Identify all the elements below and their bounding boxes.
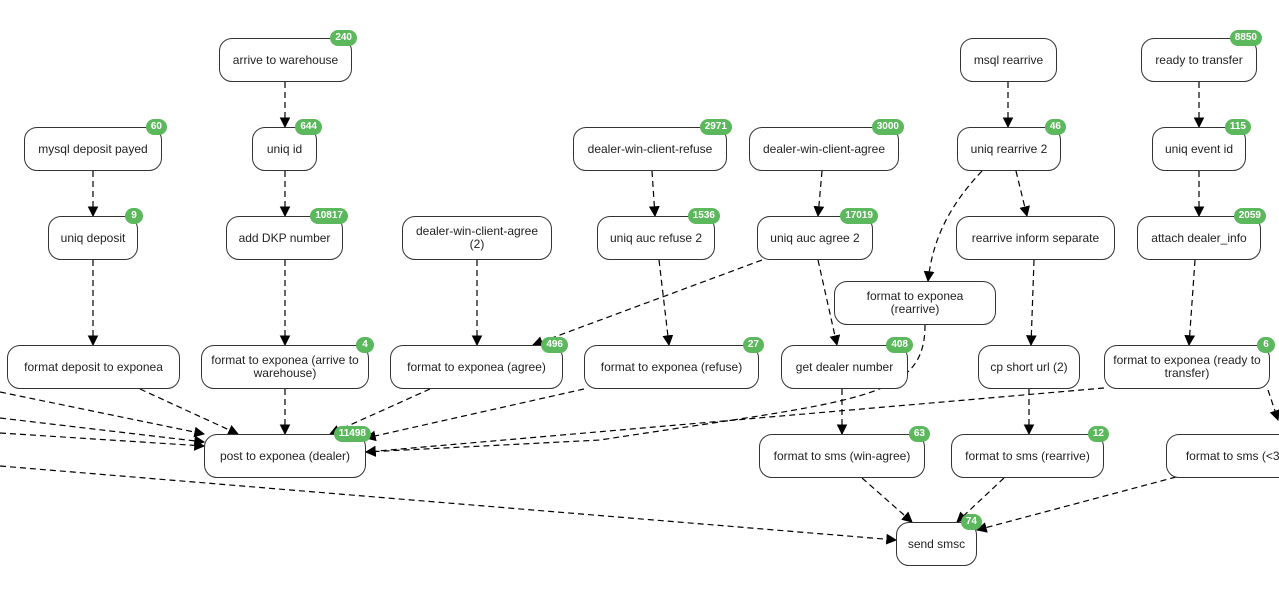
node-label: uniq auc agree 2	[770, 230, 860, 245]
edge-uniq-auc-agree-to-fmt-exp-agree	[531, 259, 763, 347]
count-badge: 2059	[1233, 208, 1266, 224]
node-uniq-id[interactable]: uniq id 644	[252, 119, 322, 171]
node-label: format to exponea (agree)	[407, 359, 546, 374]
edge-fmt-sms-lt30-to-send-smsc	[975, 476, 1177, 533]
node-fmt-exp-ready[interactable]: format to exponea (ready to transfer) 6	[1104, 337, 1275, 389]
count-badge: 4	[356, 337, 374, 353]
node-label: uniq deposit	[60, 230, 126, 245]
node-send-smsc[interactable]: send smsc 74	[896, 514, 982, 566]
node-label: msql rearrive	[973, 52, 1044, 67]
edge-dwc-agree-to-uniq-auc-agree	[813, 170, 825, 218]
count-badge: 12	[1087, 426, 1109, 442]
node-label: format to sms (win-agree)	[773, 448, 911, 463]
node-label: send smsc	[907, 536, 966, 551]
node-rearrive-inform[interactable]: rearrive inform separate	[956, 216, 1115, 260]
node-uniq-event[interactable]: uniq event id 115	[1152, 119, 1251, 171]
node-label: format to exponea (ready to transfer)	[1113, 353, 1261, 380]
count-badge: 17019	[840, 208, 878, 224]
node-label: arrive to warehouse	[232, 52, 339, 67]
count-badge: 6	[1257, 337, 1275, 353]
node-post-exponea[interactable]: post to exponea (dealer) 11498	[204, 426, 371, 478]
node-label: uniq event id	[1164, 141, 1234, 156]
node-fmt-sms-lt30[interactable]: format to sms (<30	[1166, 434, 1279, 478]
node-mysql-deposit[interactable]: mysql deposit payed 60	[24, 119, 167, 171]
node-fmt-deposit[interactable]: format deposit to exponea	[7, 345, 180, 389]
count-badge: 10817	[310, 208, 348, 224]
count-badge: 46	[1044, 119, 1066, 135]
edge-offscreen-right-1-to-fmt-sms-lt30	[1267, 389, 1279, 422]
node-add-dkp[interactable]: add DKP number 10817	[226, 208, 348, 260]
edge-offscreen-left-2-to-post-exponea	[0, 417, 206, 447]
node-label: cp short url (2)	[990, 359, 1068, 374]
node-msql-rearrive[interactable]: msql rearrive	[960, 38, 1057, 82]
node-label: uniq auc refuse 2	[609, 230, 703, 245]
node-fmt-sms-rearrive[interactable]: format to sms (rearrive) 12	[951, 426, 1109, 478]
node-label: dealer-win-client-agree (2)	[415, 224, 539, 251]
node-dwc-agree-2[interactable]: dealer-win-client-agree (2)	[402, 216, 552, 260]
node-uniq-auc-refuse[interactable]: uniq auc refuse 2 1536	[597, 208, 720, 260]
node-label: format to exponea (refuse)	[600, 359, 743, 374]
count-badge: 63	[908, 426, 930, 442]
count-badge: 27	[742, 337, 764, 353]
node-label: format to sms (<30	[1185, 448, 1279, 463]
edge-offscreen-left-3-to-post-exponea	[0, 432, 206, 451]
node-fmt-exp-agree[interactable]: format to exponea (agree) 496	[390, 337, 568, 389]
node-label: format to sms (rearrive)	[965, 448, 1090, 463]
count-badge: 74	[960, 514, 982, 530]
node-uniq-rearrive[interactable]: uniq rearrive 2 46	[957, 119, 1066, 171]
node-label: format deposit to exponea	[24, 359, 163, 374]
count-badge: 11498	[333, 426, 371, 442]
node-fmt-exp-rearrive[interactable]: format to exponea (rearrive)	[834, 281, 996, 325]
count-badge: 1536	[687, 208, 720, 224]
node-label: uniq rearrive 2	[970, 141, 1048, 156]
edge-fmt-sms-win-to-send-smsc	[861, 477, 913, 523]
edge-offscreen-left-4-to-send-smsc	[0, 465, 898, 545]
node-cp-short-url[interactable]: cp short url (2)	[978, 345, 1080, 389]
count-badge: 408	[886, 337, 913, 353]
node-label: format to exponea (rearrive)	[866, 289, 964, 316]
edge-dwc-refuse-to-uniq-auc-refuse	[648, 170, 660, 218]
node-label: mysql deposit payed	[38, 141, 148, 156]
node-fmt-exp-refuse[interactable]: format to exponea (refuse) 27	[584, 337, 764, 389]
node-fmt-sms-win[interactable]: format to sms (win-agree) 63	[759, 426, 930, 478]
count-badge: 9	[125, 208, 143, 224]
edge-uniq-auc-refuse-to-fmt-exp-refuse	[658, 259, 674, 347]
edge-offscreen-left-1-to-post-exponea	[0, 391, 206, 438]
count-badge: 60	[145, 119, 167, 135]
node-dwc-refuse[interactable]: dealer-win-client-refuse 2971	[573, 119, 732, 171]
node-label: rearrive inform separate	[971, 230, 1100, 245]
node-label: get dealer number	[795, 359, 894, 374]
node-label: dealer-win-client-refuse	[587, 141, 713, 156]
node-ready-transfer[interactable]: ready to transfer 8850	[1141, 30, 1262, 82]
node-label: add DKP number	[238, 230, 331, 245]
node-uniq-deposit[interactable]: uniq deposit 9	[48, 208, 143, 260]
edge-rearrive-inform-to-cp-short-url	[1025, 259, 1037, 347]
node-uniq-auc-agree[interactable]: uniq auc agree 2 17019	[757, 208, 878, 260]
edge-fmt-deposit-to-post-exponea	[139, 388, 239, 435]
count-badge: 2971	[699, 119, 732, 135]
node-label: post to exponea (dealer)	[219, 448, 351, 463]
node-label: ready to transfer	[1155, 52, 1243, 67]
node-label: format to exponea (arrive to warehouse)	[211, 353, 359, 380]
count-badge: 3000	[871, 119, 904, 135]
node-label: dealer-win-client-agree	[762, 141, 886, 156]
node-dwc-agree[interactable]: dealer-win-client-agree 3000	[749, 119, 904, 171]
edge-attach-dealer-to-fmt-exp-ready	[1184, 259, 1196, 347]
edge-fmt-exp-refuse-to-post-exponea	[364, 388, 585, 442]
edge-uniq-rearrive-to-rearrive-inform	[1015, 170, 1030, 218]
edge-layer	[0, 82, 1279, 545]
node-attach-dealer[interactable]: attach dealer_info 2059	[1137, 208, 1266, 260]
count-badge: 240	[330, 30, 357, 46]
count-badge: 496	[541, 337, 568, 353]
node-get-dealer-number[interactable]: get dealer number 408	[781, 337, 913, 389]
count-badge: 115	[1224, 119, 1251, 135]
node-label: attach dealer_info	[1151, 230, 1247, 245]
node-arrive-warehouse[interactable]: arrive to warehouse 240	[219, 30, 357, 82]
count-badge: 8850	[1229, 30, 1262, 46]
count-badge: 644	[295, 119, 322, 135]
node-fmt-exp-arrive[interactable]: format to exponea (arrive to warehouse) 4	[201, 337, 374, 389]
node-label: uniq id	[266, 141, 303, 156]
